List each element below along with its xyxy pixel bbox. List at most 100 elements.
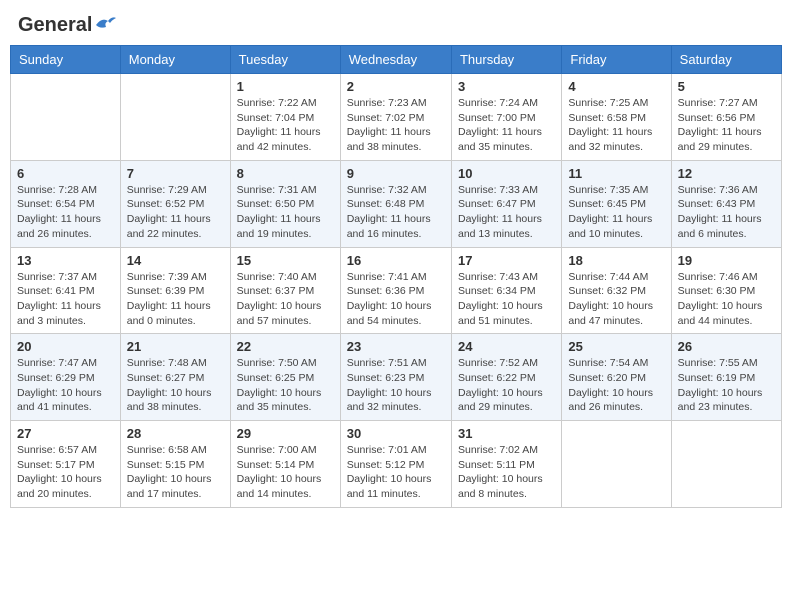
day-detail: Sunrise: 7:40 AM Sunset: 6:37 PM Dayligh… [237, 270, 334, 329]
day-detail: Sunrise: 7:44 AM Sunset: 6:32 PM Dayligh… [568, 270, 664, 329]
day-detail: Sunrise: 7:55 AM Sunset: 6:19 PM Dayligh… [678, 356, 775, 415]
day-cell: 15 Sunrise: 7:40 AM Sunset: 6:37 PM Dayli… [230, 247, 340, 334]
day-cell: 28 Sunrise: 6:58 AM Sunset: 5:15 PM Dayli… [120, 421, 230, 508]
day-cell: 19Sunrise: 7:46 AM Sunset: 6:30 PM Dayli… [671, 247, 781, 334]
day-number: 8 [237, 166, 334, 181]
day-cell: 21 Sunrise: 7:48 AM Sunset: 6:27 PM Dayli… [120, 334, 230, 421]
col-header-sunday: Sunday [11, 46, 121, 74]
day-cell [562, 421, 671, 508]
day-headers-row: SundayMondayTuesdayWednesdayThursdayFrid… [11, 46, 782, 74]
day-cell [11, 74, 121, 161]
day-number: 25 [568, 339, 664, 354]
day-detail: Sunrise: 7:23 AM Sunset: 7:02 PM Dayligh… [347, 96, 445, 155]
day-number: 21 [127, 339, 224, 354]
day-detail: Sunrise: 7:28 AM Sunset: 6:54 PM Dayligh… [17, 183, 114, 242]
day-number: 3 [458, 79, 555, 94]
day-number: 16 [347, 253, 445, 268]
day-number: 27 [17, 426, 114, 441]
day-detail: Sunrise: 7:02 AM Sunset: 5:11 PM Dayligh… [458, 443, 555, 502]
day-cell: 9 Sunrise: 7:32 AM Sunset: 6:48 PM Daylig… [340, 160, 451, 247]
logo-general: General [18, 14, 92, 37]
day-cell: 6 Sunrise: 7:28 AM Sunset: 6:54 PM Daylig… [11, 160, 121, 247]
day-detail: Sunrise: 7:01 AM Sunset: 5:12 PM Dayligh… [347, 443, 445, 502]
day-number: 29 [237, 426, 334, 441]
day-number: 24 [458, 339, 555, 354]
day-cell: 29 Sunrise: 7:00 AM Sunset: 5:14 PM Dayli… [230, 421, 340, 508]
day-number: 31 [458, 426, 555, 441]
day-number: 23 [347, 339, 445, 354]
day-cell: 23 Sunrise: 7:51 AM Sunset: 6:23 PM Dayli… [340, 334, 451, 421]
day-detail: Sunrise: 6:57 AM Sunset: 5:17 PM Dayligh… [17, 443, 114, 502]
week-row-4: 20 Sunrise: 7:47 AM Sunset: 6:29 PM Dayli… [11, 334, 782, 421]
day-cell: 5 Sunrise: 7:27 AM Sunset: 6:56 PM Daylig… [671, 74, 781, 161]
day-detail: Sunrise: 7:24 AM Sunset: 7:00 PM Dayligh… [458, 96, 555, 155]
day-cell: 14Sunrise: 7:39 AM Sunset: 6:39 PM Dayli… [120, 247, 230, 334]
day-cell: 10 Sunrise: 7:33 AM Sunset: 6:47 PM Dayli… [451, 160, 561, 247]
day-detail: Sunrise: 7:43 AM Sunset: 6:34 PM Dayligh… [458, 270, 555, 329]
day-cell: 30 Sunrise: 7:01 AM Sunset: 5:12 PM Dayli… [340, 421, 451, 508]
day-number: 18 [568, 253, 664, 268]
day-cell: 24 Sunrise: 7:52 AM Sunset: 6:22 PM Dayli… [451, 334, 561, 421]
day-cell [120, 74, 230, 161]
col-header-saturday: Saturday [671, 46, 781, 74]
day-cell: 8 Sunrise: 7:31 AM Sunset: 6:50 PM Daylig… [230, 160, 340, 247]
day-cell: 7Sunrise: 7:29 AM Sunset: 6:52 PM Daylig… [120, 160, 230, 247]
day-detail: Sunrise: 7:29 AM Sunset: 6:52 PM Dayligh… [127, 183, 224, 242]
page-header: General [10, 10, 782, 37]
col-header-thursday: Thursday [451, 46, 561, 74]
day-detail: Sunrise: 7:33 AM Sunset: 6:47 PM Dayligh… [458, 183, 555, 242]
day-cell: 22 Sunrise: 7:50 AM Sunset: 6:25 PM Dayli… [230, 334, 340, 421]
day-number: 20 [17, 339, 114, 354]
day-detail: Sunrise: 7:47 AM Sunset: 6:29 PM Dayligh… [17, 356, 114, 415]
day-cell: 2 Sunrise: 7:23 AM Sunset: 7:02 PM Daylig… [340, 74, 451, 161]
day-number: 5 [678, 79, 775, 94]
calendar-table: SundayMondayTuesdayWednesdayThursdayFrid… [10, 45, 782, 508]
day-cell: 17 Sunrise: 7:43 AM Sunset: 6:34 PM Dayli… [451, 247, 561, 334]
logo-bird-icon [94, 15, 116, 33]
day-number: 26 [678, 339, 775, 354]
day-number: 6 [17, 166, 114, 181]
day-cell: 16 Sunrise: 7:41 AM Sunset: 6:36 PM Dayli… [340, 247, 451, 334]
day-cell: 31 Sunrise: 7:02 AM Sunset: 5:11 PM Dayli… [451, 421, 561, 508]
day-number: 30 [347, 426, 445, 441]
day-detail: Sunrise: 7:32 AM Sunset: 6:48 PM Dayligh… [347, 183, 445, 242]
day-detail: Sunrise: 7:22 AM Sunset: 7:04 PM Dayligh… [237, 96, 334, 155]
day-cell: 3 Sunrise: 7:24 AM Sunset: 7:00 PM Daylig… [451, 74, 561, 161]
day-detail: Sunrise: 7:31 AM Sunset: 6:50 PM Dayligh… [237, 183, 334, 242]
day-detail: Sunrise: 7:51 AM Sunset: 6:23 PM Dayligh… [347, 356, 445, 415]
logo: General [18, 14, 116, 33]
day-detail: Sunrise: 6:58 AM Sunset: 5:15 PM Dayligh… [127, 443, 224, 502]
day-cell: 13Sunrise: 7:37 AM Sunset: 6:41 PM Dayli… [11, 247, 121, 334]
day-cell: 12Sunrise: 7:36 AM Sunset: 6:43 PM Dayli… [671, 160, 781, 247]
day-cell: 26 Sunrise: 7:55 AM Sunset: 6:19 PM Dayli… [671, 334, 781, 421]
day-detail: Sunrise: 7:36 AM Sunset: 6:43 PM Dayligh… [678, 183, 775, 242]
day-detail: Sunrise: 7:50 AM Sunset: 6:25 PM Dayligh… [237, 356, 334, 415]
day-cell: 11Sunrise: 7:35 AM Sunset: 6:45 PM Dayli… [562, 160, 671, 247]
day-number: 19 [678, 253, 775, 268]
day-number: 2 [347, 79, 445, 94]
day-cell: 18 Sunrise: 7:44 AM Sunset: 6:32 PM Dayli… [562, 247, 671, 334]
day-number: 15 [237, 253, 334, 268]
day-number: 11 [568, 166, 664, 181]
day-number: 17 [458, 253, 555, 268]
day-number: 28 [127, 426, 224, 441]
day-detail: Sunrise: 7:00 AM Sunset: 5:14 PM Dayligh… [237, 443, 334, 502]
col-header-tuesday: Tuesday [230, 46, 340, 74]
day-number: 22 [237, 339, 334, 354]
day-number: 10 [458, 166, 555, 181]
day-detail: Sunrise: 7:52 AM Sunset: 6:22 PM Dayligh… [458, 356, 555, 415]
day-cell: 25Sunrise: 7:54 AM Sunset: 6:20 PM Dayli… [562, 334, 671, 421]
day-number: 9 [347, 166, 445, 181]
week-row-2: 6 Sunrise: 7:28 AM Sunset: 6:54 PM Daylig… [11, 160, 782, 247]
day-cell: 4Sunrise: 7:25 AM Sunset: 6:58 PM Daylig… [562, 74, 671, 161]
day-detail: Sunrise: 7:27 AM Sunset: 6:56 PM Dayligh… [678, 96, 775, 155]
day-number: 14 [127, 253, 224, 268]
day-detail: Sunrise: 7:25 AM Sunset: 6:58 PM Dayligh… [568, 96, 664, 155]
day-detail: Sunrise: 7:41 AM Sunset: 6:36 PM Dayligh… [347, 270, 445, 329]
col-header-monday: Monday [120, 46, 230, 74]
week-row-5: 27 Sunrise: 6:57 AM Sunset: 5:17 PM Dayli… [11, 421, 782, 508]
day-number: 13 [17, 253, 114, 268]
day-cell [671, 421, 781, 508]
day-cell: 20 Sunrise: 7:47 AM Sunset: 6:29 PM Dayli… [11, 334, 121, 421]
day-detail: Sunrise: 7:48 AM Sunset: 6:27 PM Dayligh… [127, 356, 224, 415]
